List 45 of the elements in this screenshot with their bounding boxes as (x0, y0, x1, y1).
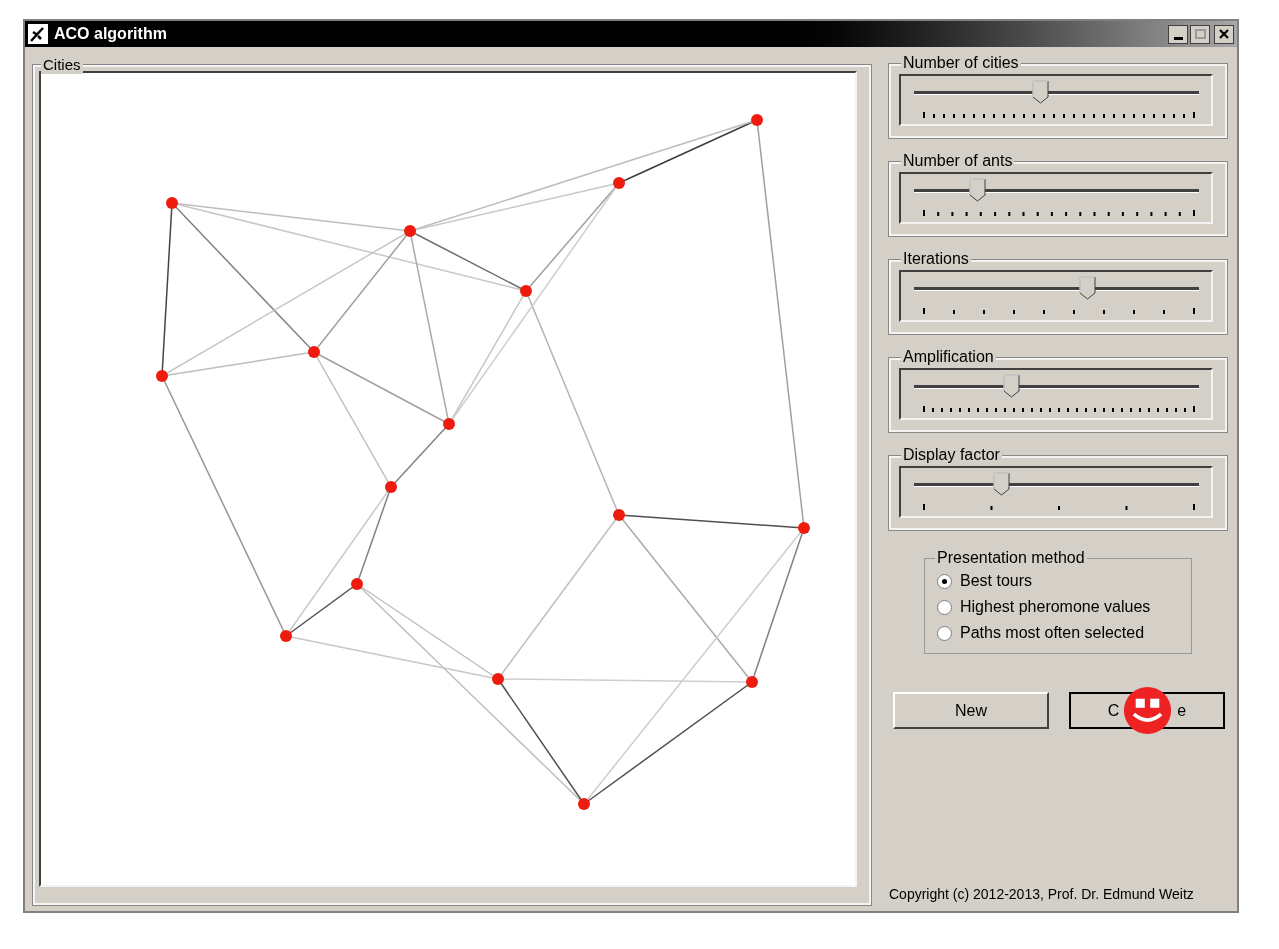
slider[interactable] (899, 74, 1213, 126)
city-dot (492, 673, 504, 685)
slider[interactable] (899, 368, 1213, 420)
city-dot (798, 522, 810, 534)
slider-label: Amplification (901, 348, 996, 366)
city-dot (520, 285, 532, 297)
minimize-icon (1173, 36, 1183, 40)
copyright-text: Copyright (c) 2012-2013, Prof. Dr. Edmund Weitz (889, 885, 1195, 904)
city-dot (751, 114, 763, 126)
slider[interactable] (899, 172, 1213, 224)
radio-button[interactable] (937, 625, 952, 641)
slider[interactable] (899, 466, 1213, 518)
radio-option[interactable]: Paths most often selected (937, 623, 1145, 643)
slider-thumb[interactable] (993, 472, 1012, 496)
city-dot (351, 578, 363, 590)
city-dot (613, 177, 625, 189)
radio-option[interactable]: Best tours (937, 571, 1033, 591)
city-dot (443, 418, 455, 430)
smiley-icon (1123, 686, 1172, 735)
new-button[interactable]: New (893, 692, 1049, 729)
radio-option[interactable]: Highest pheromone values (937, 597, 1151, 617)
maximize-button[interactable] (1190, 24, 1210, 44)
slider-label: Display factor (901, 446, 1002, 464)
radio-button[interactable] (937, 599, 952, 615)
city-dot (578, 798, 590, 810)
slider[interactable] (899, 270, 1213, 322)
city-dot (166, 197, 178, 209)
slider-thumb[interactable] (1031, 80, 1050, 104)
city-dot (613, 509, 625, 521)
city-dot (404, 225, 416, 237)
group-title: Cities (41, 56, 83, 74)
minimize-button[interactable] (1168, 24, 1188, 44)
slider-thumb[interactable] (1078, 276, 1097, 300)
city-dot (280, 630, 292, 642)
slider-thumb[interactable] (969, 178, 988, 202)
city-dot (746, 676, 758, 688)
city-dot (156, 370, 168, 382)
close-button[interactable] (1214, 24, 1234, 44)
window-title: ACO algorithm (54, 24, 167, 44)
radio-button[interactable] (937, 573, 952, 589)
close-icon (1219, 29, 1229, 39)
city-dot (385, 481, 397, 493)
slider-thumb[interactable] (1002, 374, 1021, 398)
maximize-icon (1194, 29, 1206, 39)
city-dot (308, 346, 320, 358)
